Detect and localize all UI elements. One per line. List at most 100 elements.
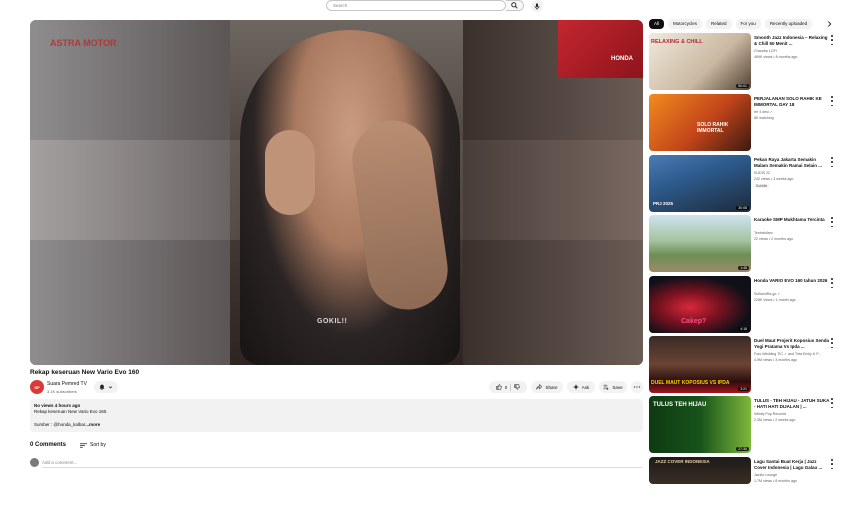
description-source-text: Sumber : @honda_kalbar [34,422,86,427]
more-actions-button[interactable] [631,381,643,393]
recommendation-title[interactable]: Smooth Jazz Indonesia – Relaxing & Chill… [754,35,830,47]
save-button[interactable]: Save [599,381,627,393]
thumbnail-text: PRJ 2025 [653,201,674,206]
recommendation-channel[interactable]: Jazzin Lounge [754,473,830,477]
video-logo-honda-bg [558,20,643,78]
sort-comments-button[interactable]: Sort by [80,442,106,448]
voice-search-button[interactable] [531,0,543,12]
recommendation-channel[interactable]: KUDIS 22 [754,171,830,175]
share-label: Share [545,384,558,390]
more-vertical-icon[interactable] [830,338,834,348]
chevron-right-icon [827,21,831,27]
recommendation-thumbnail[interactable]: PRJ 2025 30:08 [649,155,751,212]
video-frame-hand [265,130,315,215]
video-description[interactable]: No views 4 hours ago Rekap keseruan New … [30,399,643,432]
recommendation-item[interactable]: JAZZ COVER INDONESIA Lagu Santai Buat Ke… [649,457,839,515]
search-button[interactable] [506,0,524,11]
thumbnail-text: Cakep? [681,318,707,325]
chips-next-button[interactable] [824,19,834,29]
chip-motorcycles[interactable]: Motorcycles [668,19,703,29]
like-icon[interactable] [496,384,502,390]
chip-recently-uploaded[interactable]: Recently uploaded [764,19,813,29]
video-duration: 27:30 [736,447,749,451]
dislike-icon[interactable] [514,384,520,390]
channel-name[interactable]: Suara Pemred TV [47,381,87,387]
recommendation-title[interactable]: PERJALANAN SOLO RAHIK KE IMMORTAL DAY 18 [754,96,830,108]
more-vertical-icon[interactable] [830,157,834,167]
subtitle-badge: Subtitle [754,184,770,188]
more-vertical-icon[interactable] [830,217,834,227]
recommendation-title[interactable]: Honda VARIO EVO 160 tahun 2026 [754,278,830,284]
recommendation-meta: 4.9M views • 3 months ago [754,358,798,362]
more-vertical-icon[interactable] [830,96,834,106]
share-button[interactable]: Share [531,381,563,393]
search-icon [511,2,518,9]
recommendation-channel[interactable]: Foto Wedding TIC ✓ and Tirta Emily & P..… [754,352,830,356]
more-vertical-icon[interactable] [830,398,834,408]
recommendation-thumbnail[interactable]: Cakep? 4:18 [649,276,751,333]
add-comment-input[interactable]: Add a comment... [42,460,642,468]
more-vertical-icon[interactable] [830,35,834,45]
thumbnail-text: JAZZ COVER INDONESIA [655,459,710,464]
recommendation-item[interactable]: PRJ 2025 30:08 Pekan Raya Jakarta Semaki… [649,155,839,213]
thumbnail-text: TULUS TEH HIJAU [653,402,707,408]
filter-chips: All Motorcycles Related For you Recently… [649,19,813,29]
recommendation-item[interactable]: RELAXING & CHILL 50:01 Smooth Jazz Indon… [649,33,839,91]
recommendation-title[interactable]: TULUS - TEH HIJAU - JATUH SUKA - HATI HA… [754,398,830,410]
recommendation-channel[interactable]: Tentrahilam [754,231,830,235]
recommendation-thumbnail[interactable]: JAZZ COVER INDONESIA [649,457,751,484]
search-input[interactable]: Search [326,0,506,11]
recommendation-channel[interactable]: Chandra LOFI [754,49,830,53]
more-vertical-icon[interactable] [830,278,834,288]
chip-all[interactable]: All [649,19,665,29]
recommendation-channel[interactable]: SuBandRa.go ✓ [754,292,830,296]
chevron-down-icon [108,385,113,389]
microphone-icon [534,2,540,10]
more-vertical-icon[interactable] [830,459,834,469]
bell-icon [99,384,105,390]
more-horizontal-icon [634,386,640,388]
description-more-link[interactable]: ...more [85,422,100,427]
recommendation-meta: 22 views • 2 months ago [754,237,794,241]
chip-for-you[interactable]: For you [735,19,761,29]
sparkle-icon [572,384,579,390]
video-caption: GOKIL!! [317,318,348,325]
sort-label: Sort by [90,442,106,448]
recommendation-thumbnail[interactable]: SOLO RAHIK IMMORTAL [649,94,751,151]
ask-label: Ask [581,384,590,390]
thumbnail-text: SOLO RAHIK IMMORTAL [697,122,729,134]
ask-button[interactable]: Ask [567,381,595,393]
video-duration: 3:21 [738,387,749,391]
recommendation-item[interactable]: DUEL MAUT KOPOSIUS VS IPDA 3:21 Duel Mau… [649,336,839,394]
recommendation-title[interactable]: Lagu Santai Buat Kerja | Jazz Cover Indo… [754,459,830,471]
recommendation-thumbnail[interactable]: RELAXING & CHILL 50:01 [649,33,751,90]
recommendation-channel[interactable]: Infinity Pop Records [754,412,830,416]
share-icon [536,384,543,390]
video-player[interactable]: ASTRA MOTOR HONDA GOKIL!! [30,20,643,365]
video-title: Rekap keseruan New Vario Evo 160 [30,369,140,376]
recommendation-thumbnail[interactable]: 1:45 [649,215,751,272]
recommendation-meta: 489K views • 8 months ago [754,55,798,59]
thumbnail-text: DUEL MAUT KOPOSIUS VS IPDA [651,380,730,386]
recommendation-meta: 228K views • 1 month ago [754,298,796,302]
subscription-bell-button[interactable] [94,381,118,393]
description-line: Rekap keseruan New Vario Evo 160. [34,409,108,414]
like-dislike-group: 0 [489,381,527,393]
recommendation-title[interactable]: Pekan Raya Jakarta Semakin Malam Semakin… [754,157,830,169]
recommendation-thumbnail[interactable]: DUEL MAUT KOPOSIUS VS IPDA 3:21 [649,336,751,393]
chip-related[interactable]: Related [706,19,732,29]
recommendation-meta: 1.7M views • 8 months ago [754,479,798,483]
recommendation-title[interactable]: Karaoke SMP Mukhtama Tercinta [754,217,830,223]
like-divider [510,383,512,391]
channel-avatar[interactable]: SP [30,380,44,394]
recommendation-thumbnail[interactable]: TULUS TEH HIJAU 27:30 [649,396,751,453]
recommendation-item[interactable]: SOLO RAHIK IMMORTAL PERJALANAN SOLO RAHI… [649,94,839,152]
recommendation-channel[interactable]: tre 4 desi ✓ [754,110,830,114]
recommendation-title[interactable]: Duel Maut Projerit Koposius Senda Yogi P… [754,338,830,350]
sort-icon [80,442,87,448]
recommendation-item[interactable]: TULUS TEH HIJAU 27:30 TULUS - TEH HIJAU … [649,396,839,454]
recommendation-item[interactable]: 1:45 Karaoke SMP Mukhtama Tercinta Tentr… [649,215,839,273]
recommendation-item[interactable]: Cakep? 4:18 Honda VARIO EVO 160 tahun 20… [649,276,839,334]
thumbnail-text: RELAXING & CHILL [651,39,703,45]
video-duration: 50:01 [736,84,749,88]
